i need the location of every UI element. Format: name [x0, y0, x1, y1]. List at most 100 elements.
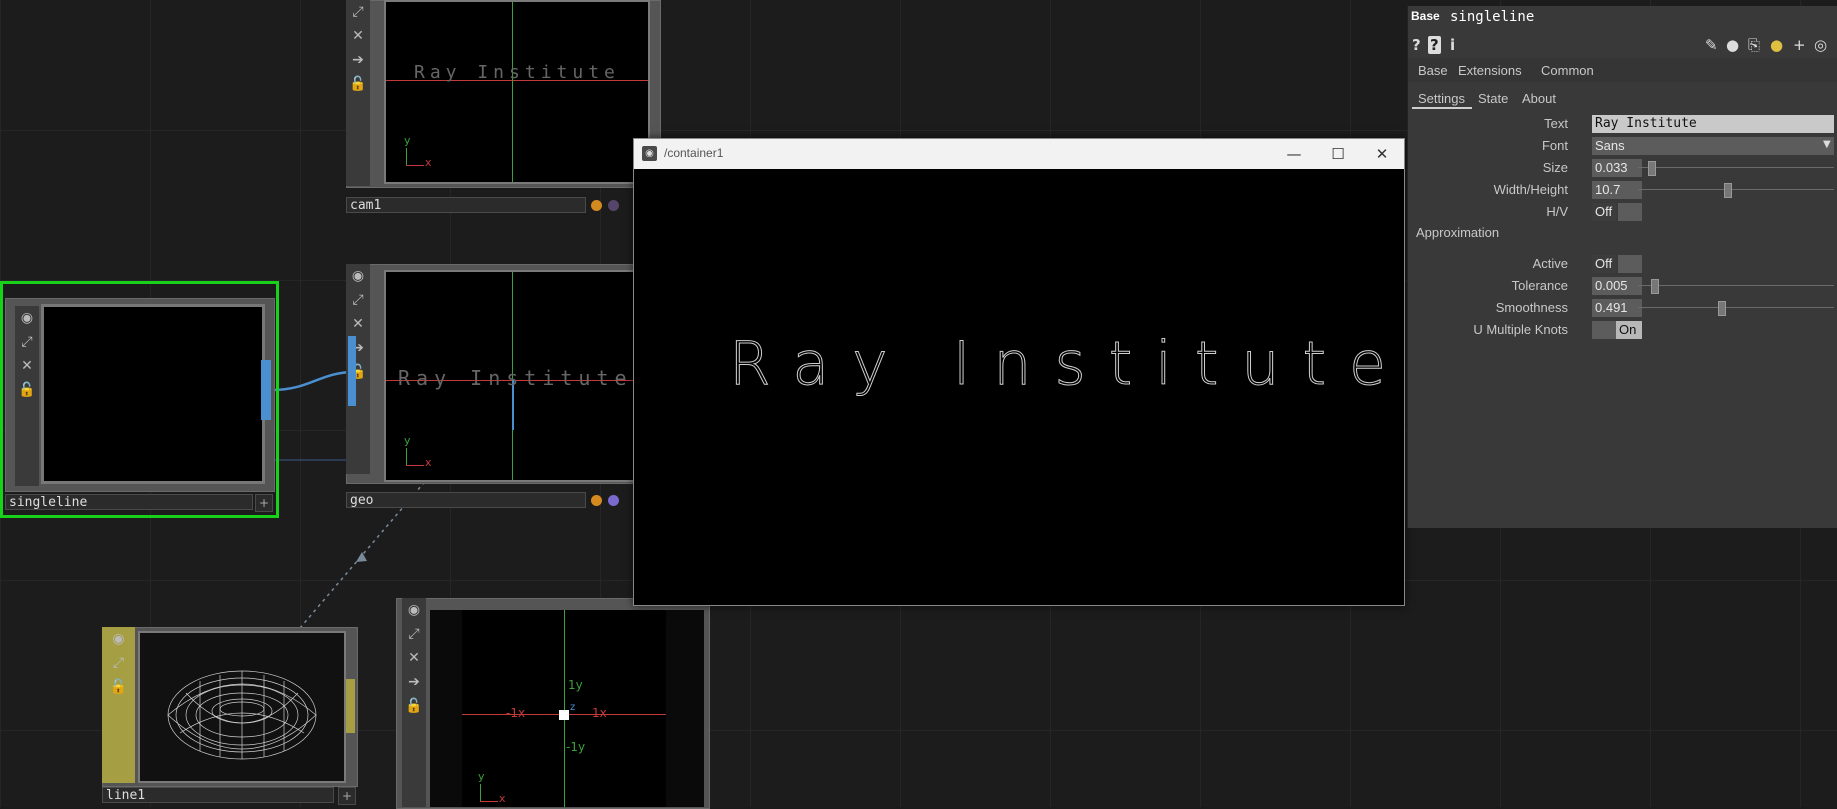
- bypass-icon[interactable]: ⤢: [102, 651, 135, 675]
- target-icon[interactable]: ◎: [1814, 36, 1827, 54]
- help-icon[interactable]: ?: [1412, 36, 1421, 54]
- panel-op-type: Base: [1411, 9, 1440, 23]
- node-line1[interactable]: ◉ ⤢ 🔓 line1 +: [102, 627, 358, 807]
- container-window[interactable]: ◉ /container1 — ☐ ✕ Ray Institute: [633, 138, 1405, 606]
- delete-icon[interactable]: ✕: [15, 354, 39, 378]
- bypass-icon[interactable]: ⤢: [15, 330, 39, 354]
- line1-label[interactable]: line1: [102, 787, 334, 803]
- node-geo[interactable]: ◉ ⤢ ✕ ➔ 🔓 Ray Institute y x geo: [346, 256, 650, 516]
- smoothness-field[interactable]: 0.491: [1592, 299, 1642, 317]
- dependency-arrow: [356, 552, 367, 562]
- output-connector[interactable]: [346, 679, 355, 733]
- maximize-button[interactable]: ☐: [1316, 139, 1360, 169]
- size-field[interactable]: 0.033: [1592, 159, 1642, 177]
- clone-icon[interactable]: ⎘: [1748, 36, 1760, 54]
- cam1-label[interactable]: cam1: [346, 197, 586, 213]
- width-height-slider[interactable]: [1723, 183, 1732, 198]
- smoothness-slider[interactable]: [1717, 301, 1726, 316]
- lock-icon[interactable]: 🔓: [402, 694, 426, 718]
- geo-overlay-text: Ray Institute: [398, 366, 633, 390]
- add-icon[interactable]: +: [338, 787, 356, 805]
- singleline-viewer: [41, 304, 265, 484]
- window-title: /container1: [664, 146, 724, 160]
- active-toggle[interactable]: Off: [1592, 255, 1616, 273]
- display-flag[interactable]: [591, 200, 602, 211]
- node-cam1[interactable]: ⤢ ✕ ➔ 🔓 Ray Institute y x cam1: [346, 0, 661, 215]
- param-active: Active Off: [1408, 254, 1837, 274]
- text-field[interactable]: Ray Institute: [1592, 115, 1834, 133]
- knots-toggle-knob[interactable]: [1592, 321, 1616, 339]
- viewer-toggle-icon[interactable]: ◉: [346, 264, 370, 288]
- tab-settings[interactable]: Settings: [1418, 91, 1465, 106]
- axis-gizmo: y x: [478, 770, 506, 805]
- minimize-button[interactable]: —: [1272, 139, 1316, 169]
- knots-toggle[interactable]: On: [1616, 321, 1642, 339]
- rendered-text: Ray Institute: [729, 329, 1409, 400]
- info-icon[interactable]: i: [1450, 36, 1455, 54]
- tab-base[interactable]: Base: [1418, 63, 1448, 78]
- axis-gizmo: y x: [404, 434, 432, 469]
- python-help-icon[interactable]: ?: [1428, 36, 1441, 54]
- bypass-icon[interactable]: ⤢: [346, 0, 370, 24]
- add-icon[interactable]: +: [255, 494, 273, 512]
- export-arrow-icon[interactable]: ➔: [402, 670, 426, 694]
- delete-icon[interactable]: ✕: [402, 646, 426, 670]
- axis-label-pos-y: 1y: [568, 678, 583, 692]
- cam1-viewer: Ray Institute y x: [384, 0, 650, 184]
- panel-op-name[interactable]: singleline: [1450, 9, 1534, 25]
- edit-icon[interactable]: ✎: [1705, 36, 1718, 54]
- comment-icon[interactable]: ●: [1726, 36, 1739, 54]
- line1-viewer: [138, 631, 346, 783]
- singleline-label[interactable]: singleline: [5, 494, 253, 510]
- bypass-icon[interactable]: ⤢: [346, 288, 370, 312]
- delete-icon[interactable]: ✕: [346, 24, 370, 48]
- cam1-overlay-text: Ray Institute: [414, 62, 620, 83]
- param-font: Font Sans ▼: [1408, 136, 1837, 156]
- tab-extensions[interactable]: Extensions: [1458, 63, 1522, 78]
- export-arrow-icon[interactable]: ➔: [346, 48, 370, 72]
- render-flag[interactable]: [608, 200, 619, 211]
- node-axis-viewer[interactable]: ◉ ⤢ ✕ ➔ 🔓 1y -1y 1x -1x z y x: [396, 598, 710, 809]
- tolerance-slider[interactable]: [1651, 279, 1660, 294]
- param-width-height: Width/Height 10.7: [1408, 180, 1837, 200]
- axis-label-pos-x: 1x: [592, 706, 607, 720]
- add-icon[interactable]: +: [1793, 36, 1806, 54]
- param-u-multiple-knots: U Multiple Knots On: [1408, 320, 1837, 340]
- parameter-panel[interactable]: Base singleline ? ? i ✎ ● ⎘ ● + ◎ Base E…: [1407, 6, 1837, 528]
- param-size: Size 0.033: [1408, 158, 1837, 178]
- size-slider[interactable]: [1647, 161, 1656, 176]
- width-height-field[interactable]: 10.7: [1592, 181, 1642, 199]
- tab-state[interactable]: State: [1478, 91, 1508, 106]
- input-connector[interactable]: [348, 336, 356, 406]
- tab-common[interactable]: Common: [1541, 63, 1594, 78]
- chevron-down-icon[interactable]: ▼: [1823, 139, 1831, 150]
- hv-toggle[interactable]: Off: [1592, 203, 1616, 221]
- viewer-toggle-icon[interactable]: ◉: [402, 598, 426, 622]
- font-dropdown[interactable]: Sans: [1592, 137, 1834, 155]
- geo-label[interactable]: geo: [346, 492, 586, 508]
- display-flag[interactable]: [591, 495, 602, 506]
- param-text: Text Ray Institute: [1408, 114, 1837, 134]
- lock-icon[interactable]: 🔓: [15, 378, 39, 402]
- render-flag[interactable]: [608, 495, 619, 506]
- viewer-toggle-icon[interactable]: ◉: [15, 306, 39, 330]
- app-icon: ◉: [642, 146, 657, 161]
- lock-icon[interactable]: 🔓: [346, 72, 370, 96]
- delete-icon[interactable]: ✕: [346, 312, 370, 336]
- active-toggle-knob[interactable]: [1618, 255, 1642, 273]
- axis-label-neg-x: -1x: [506, 706, 526, 720]
- section-approximation: Approximation: [1416, 225, 1500, 240]
- lock-icon[interactable]: 🔓: [102, 675, 135, 699]
- hv-toggle-knob[interactable]: [1618, 203, 1642, 221]
- bypass-icon[interactable]: ⤢: [402, 622, 426, 646]
- tolerance-field[interactable]: 0.005: [1592, 277, 1642, 295]
- window-titlebar[interactable]: ◉ /container1 — ☐ ✕: [634, 139, 1404, 169]
- close-button[interactable]: ✕: [1360, 139, 1404, 169]
- node-singleline[interactable]: ◉ ⤢ ✕ 🔓 singleline +: [0, 281, 279, 518]
- window-viewport: Ray Institute: [634, 169, 1404, 605]
- python-icon[interactable]: ●: [1770, 36, 1783, 54]
- top-tabs: Base Extensions Common: [1408, 58, 1837, 82]
- viewer-toggle-icon[interactable]: ◉: [102, 627, 135, 651]
- output-connector[interactable]: [261, 360, 271, 420]
- tab-about[interactable]: About: [1522, 91, 1556, 106]
